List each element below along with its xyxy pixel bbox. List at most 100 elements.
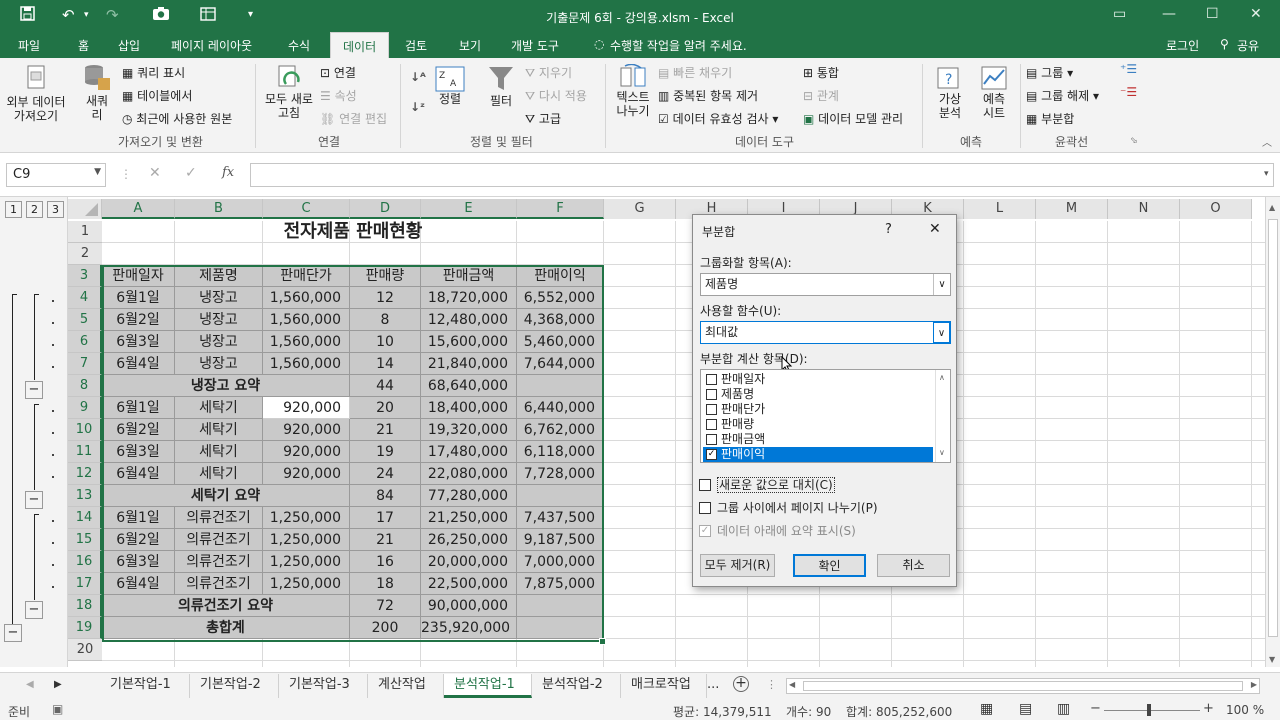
zoom-in-icon[interactable]: +	[1203, 701, 1214, 716]
zoom-slider[interactable]	[1104, 710, 1200, 711]
cell[interactable]: 24	[350, 463, 421, 485]
cell[interactable]: 의류건조기	[175, 551, 263, 573]
outline-level-3-button[interactable]: 3	[47, 201, 64, 218]
summary-label-cell[interactable]: 냉장고 요약	[102, 375, 350, 397]
prev-sheet-icon[interactable]: ◀	[26, 679, 34, 690]
page-break-checkbox[interactable]: 그룹 사이에서 페이지 나누기(P)	[699, 500, 878, 516]
cell[interactable]: 18,720,000	[421, 287, 517, 309]
row-header[interactable]: 11	[68, 441, 102, 463]
cell[interactable]: 6,552,000	[517, 287, 604, 309]
sheet-tab[interactable]: 분석작업-1	[444, 674, 532, 698]
summary-label-cell[interactable]: 세탁기 요약	[102, 485, 350, 507]
cancel-entry-icon[interactable]: ✕	[149, 165, 161, 181]
dialog-launcher-icon[interactable]: ⬂	[1130, 136, 1138, 146]
check-icon[interactable]: ✓	[699, 525, 711, 537]
checkbox-box[interactable]	[706, 404, 717, 415]
checkbox-box[interactable]	[706, 434, 717, 445]
cell[interactable]: 제품명	[175, 265, 263, 287]
cell[interactable]: 7,644,000	[517, 353, 604, 375]
cell[interactable]: 판매일자	[102, 265, 175, 287]
row-header[interactable]: 14	[68, 507, 102, 529]
cell[interactable]: 19	[350, 441, 421, 463]
row-header[interactable]: 2	[68, 243, 102, 265]
column-header[interactable]: C	[263, 199, 350, 219]
sort-ascending-icon[interactable]: ↓ᴬ	[410, 70, 426, 84]
next-sheet-icon[interactable]: ▶	[54, 679, 62, 690]
data-validation-button[interactable]: ☑ 데이터 유효성 검사 ▾	[658, 110, 778, 127]
cell[interactable]: 1,560,000	[263, 331, 350, 353]
cell[interactable]	[517, 595, 604, 617]
sheet-tab[interactable]: 매크로작업	[621, 674, 707, 698]
cell[interactable]: 의류건조기	[175, 507, 263, 529]
cell[interactable]: 판매금액	[421, 265, 517, 287]
cell[interactable]: 17,480,000	[421, 441, 517, 463]
tab-file[interactable]: 파일	[18, 37, 40, 54]
cell[interactable]: 6월2일	[102, 419, 175, 441]
cell[interactable]: 6월4일	[102, 463, 175, 485]
close-window-icon[interactable]: ✕	[1250, 6, 1262, 22]
list-scrollbar[interactable]: ∧ ∨	[935, 370, 950, 462]
cell[interactable]: 19,320,000	[421, 419, 517, 441]
tell-me-box[interactable]: 수행할 작업을 알려 주세요.	[610, 37, 747, 54]
field-list-item[interactable]: 제품명	[703, 387, 933, 402]
cell[interactable]: 세탁기	[175, 463, 263, 485]
recent-sources-button[interactable]: ◷ 최근에 사용한 원본	[122, 110, 232, 127]
properties-button[interactable]: ☰ 속성	[320, 87, 357, 104]
row-header[interactable]: 4	[68, 287, 102, 309]
row-header[interactable]: 17	[68, 573, 102, 595]
subtotal-button[interactable]: ▦ 부분합	[1026, 110, 1074, 127]
scroll-thumb[interactable]	[803, 681, 1243, 691]
row-header[interactable]: 6	[68, 331, 102, 353]
clear-filter-button[interactable]: ⛛ 지우기	[525, 64, 572, 81]
cell[interactable]: 15,600,000	[421, 331, 517, 353]
cell[interactable]: 1,560,000	[263, 353, 350, 375]
splitter-icon[interactable]: ⋮	[766, 678, 777, 691]
cell[interactable]: 20,000,000	[421, 551, 517, 573]
row-header[interactable]: 19	[68, 617, 102, 639]
cell[interactable]: 9,187,500	[517, 529, 604, 551]
cell[interactable]: 44	[350, 375, 421, 397]
cell[interactable]: 6월1일	[102, 397, 175, 419]
row-header[interactable]: 7	[68, 353, 102, 375]
cell[interactable]: 21	[350, 419, 421, 441]
select-all-corner[interactable]	[68, 199, 102, 219]
chevron-down-icon[interactable]: ∨	[933, 322, 950, 343]
collapse-group-button[interactable]: −	[25, 381, 43, 399]
expand-formula-icon[interactable]: ▾	[1264, 169, 1269, 179]
cell[interactable]: 6,440,000	[517, 397, 604, 419]
row-header[interactable]: 15	[68, 529, 102, 551]
zoom-level[interactable]: 100 %	[1226, 703, 1264, 717]
ungroup-button[interactable]: ▤ 그룹 해제 ▾	[1026, 87, 1099, 104]
get-external-data-button[interactable]: 외부 데이터 가져오기	[3, 64, 69, 123]
tab-insert[interactable]: 삽입	[118, 37, 140, 54]
cell[interactable]: 26,250,000	[421, 529, 517, 551]
checkbox-box[interactable]	[706, 374, 717, 385]
scroll-left-icon[interactable]: ◀	[789, 680, 795, 689]
cell[interactable]: 1,250,000	[263, 529, 350, 551]
add-sheet-icon[interactable]: +	[733, 676, 749, 692]
tab-review[interactable]: 검토	[405, 37, 427, 54]
cell[interactable]: 77,280,000	[421, 485, 517, 507]
active-cell[interactable]: 920,000	[263, 397, 350, 419]
page-break-view-icon[interactable]: ▥	[1057, 701, 1070, 717]
fill-handle[interactable]	[599, 638, 606, 645]
row-header[interactable]: 16	[68, 551, 102, 573]
cell[interactable]: 12,480,000	[421, 309, 517, 331]
cell[interactable]: 7,875,000	[517, 573, 604, 595]
cell[interactable]: 냉장고	[175, 309, 263, 331]
cell[interactable]: 84	[350, 485, 421, 507]
relationships-button[interactable]: ⊟ 관계	[803, 87, 839, 104]
chevron-down-icon[interactable]: ▼	[94, 167, 101, 177]
cell[interactable]: 1,560,000	[263, 287, 350, 309]
cell[interactable]: 6월2일	[102, 529, 175, 551]
row-header[interactable]: 1	[68, 221, 102, 243]
cell[interactable]: 세탁기	[175, 441, 263, 463]
checkbox-box[interactable]	[706, 389, 717, 400]
sheet-tab[interactable]: 기본작업-3	[279, 674, 368, 698]
cell[interactable]: 235,920,000	[421, 617, 517, 639]
connections-button[interactable]: ⊡ 연결	[320, 64, 356, 81]
sheet-tab[interactable]: 분석작업-2	[532, 674, 621, 698]
field-list-item[interactable]: 판매일자	[703, 372, 933, 387]
row-header[interactable]: 12	[68, 463, 102, 485]
tab-data[interactable]: 데이터	[330, 32, 390, 58]
